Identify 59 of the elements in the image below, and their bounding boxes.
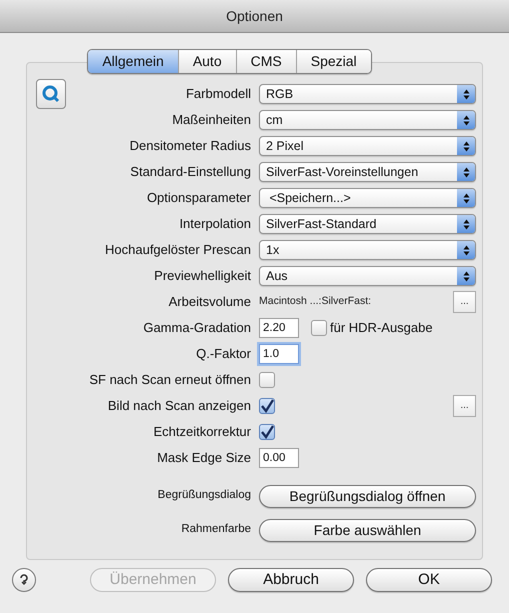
dropdown[interactable]: RGB: [259, 84, 476, 104]
tab[interactable]: Allgemein: [88, 50, 178, 73]
stepper-arrows-icon: [462, 270, 470, 282]
number-field[interactable]: 2.20: [259, 318, 299, 338]
field-label: Standard-Einstellung: [129, 163, 252, 182]
field-label: Q.-Faktor: [195, 345, 252, 364]
number-field[interactable]: 0.00: [259, 448, 299, 468]
dropdown[interactable]: Aus: [259, 266, 476, 286]
path-text: Macintosh ...:SilverFast:: [259, 294, 372, 310]
ellipsis-button[interactable]: ...: [453, 395, 476, 417]
help-icon: [18, 574, 30, 586]
field-label: Arbeitsvolume: [168, 293, 252, 312]
field-label: SF nach Scan erneut öffnen: [88, 371, 252, 390]
magnifier-icon: [42, 85, 60, 103]
dropdown[interactable]: cm: [259, 110, 476, 130]
stepper-arrows-icon: [462, 166, 470, 178]
push-button[interactable]: Begrüßungsdialog öffnen: [259, 484, 476, 508]
ellipsis-button[interactable]: ...: [453, 291, 476, 313]
field-label: Begrüßungsdialog: [156, 488, 252, 504]
field-label: Optionsparameter: [146, 189, 252, 208]
number-field[interactable]: 1.0: [259, 344, 299, 364]
field-label: Interpolation: [178, 215, 252, 234]
tab[interactable]: Spezial: [296, 50, 371, 73]
field-label: Densitometer Radius: [128, 137, 252, 156]
field-label: Mask Edge Size: [156, 449, 252, 468]
field-label: Bild nach Scan anzeigen: [106, 397, 252, 416]
stepper-arrows-icon: [462, 244, 470, 256]
checkbox[interactable]: [311, 320, 327, 336]
dropdown[interactable]: 1x: [259, 240, 476, 260]
dropdown[interactable]: SilverFast-Standard: [259, 214, 476, 234]
stepper-arrows-icon: [462, 114, 470, 126]
dialog-button[interactable]: Abbruch: [228, 568, 354, 592]
checkmark-icon: [260, 425, 274, 439]
stepper-arrows-icon: [462, 88, 470, 100]
checkmark-icon: [260, 399, 274, 413]
checkbox[interactable]: [259, 424, 275, 440]
checkbox-label: für HDR-Ausgabe: [330, 319, 433, 338]
field-label: Hochaufgelöster Prescan: [104, 241, 252, 260]
tab[interactable]: Auto: [178, 50, 236, 73]
checkbox[interactable]: [259, 372, 275, 388]
field-label: Maßeinheiten: [171, 111, 252, 130]
window-title: Optionen: [226, 6, 283, 26]
dialog-button[interactable]: OK: [366, 568, 492, 592]
field-label: Echtzeitkorrektur: [152, 423, 252, 442]
dropdown[interactable]: 2 Pixel: [259, 136, 476, 156]
push-button[interactable]: Farbe auswählen: [259, 518, 476, 542]
help-button[interactable]: [12, 568, 36, 592]
dropdown[interactable]: <Speichern...>: [259, 188, 476, 208]
stepper-arrows-icon: [462, 192, 470, 204]
field-label: Gamma-Gradation: [142, 319, 252, 338]
stepper-arrows-icon: [462, 218, 470, 230]
checkbox[interactable]: [259, 398, 275, 414]
field-label: Rahmenfarbe: [180, 522, 252, 538]
field-label: Previewhelligkeit: [153, 267, 252, 286]
dropdown[interactable]: SilverFast-Voreinstellungen: [259, 162, 476, 182]
stepper-arrows-icon: [462, 140, 470, 152]
tab[interactable]: CMS: [236, 50, 296, 73]
magnifier-button[interactable]: [36, 79, 66, 109]
field-label: Farbmodell: [184, 85, 252, 104]
